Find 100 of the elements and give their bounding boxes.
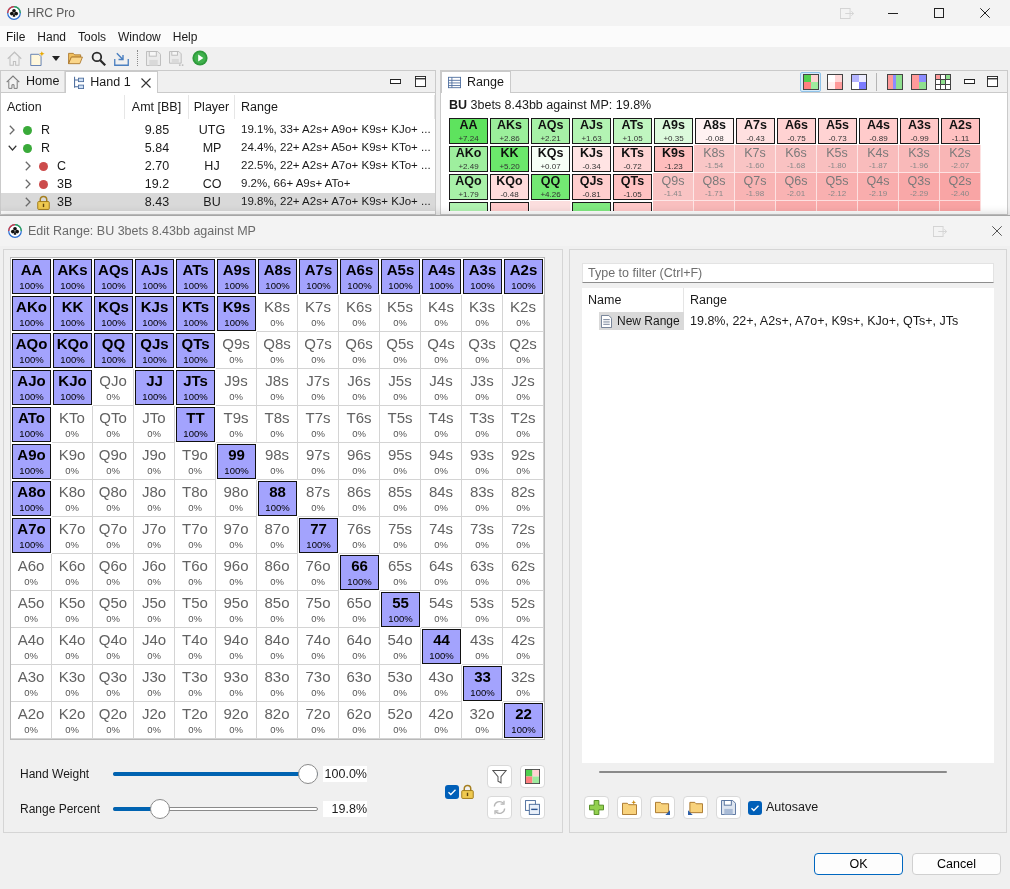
view-toggle-button[interactable] <box>884 71 905 92</box>
hand-cell[interactable]: 85s 0% <box>380 480 421 517</box>
hand-cell[interactable]: KTo 0% <box>52 406 93 443</box>
close-icon[interactable] <box>140 77 151 88</box>
import-button[interactable] <box>650 796 675 819</box>
hand-cell[interactable]: K5s 0% <box>380 295 421 332</box>
hand-cell[interactable]: 73s 0% <box>462 517 503 554</box>
checkbox[interactable] <box>445 784 459 799</box>
filter-button[interactable] <box>487 764 512 788</box>
hand-cell[interactable]: Q6o 0% <box>93 554 134 591</box>
hand-cell[interactable]: 96s 0% <box>339 443 380 480</box>
hand-cell[interactable]: K7s 0% <box>298 295 339 332</box>
hand-cell[interactable]: A5o 0% <box>11 591 52 628</box>
maximize-icon[interactable] <box>415 76 426 87</box>
hand-cell[interactable]: 87s 0% <box>298 480 339 517</box>
hand-cell[interactable]: Q3o 0% <box>93 665 134 702</box>
hand-cell[interactable]: T2o 0% <box>175 702 216 739</box>
hand-cell[interactable]: QTo 0% <box>93 406 134 443</box>
column-header[interactable]: Range <box>241 97 278 117</box>
hand-cell[interactable]: 97s 0% <box>298 443 339 480</box>
new-document-icon[interactable] <box>30 50 45 66</box>
hand-cell[interactable]: 98o 0% <box>216 480 257 517</box>
hand-cell[interactable]: 64s 0% <box>421 554 462 591</box>
close-icon[interactable] <box>980 8 990 18</box>
minimize-icon[interactable] <box>888 12 898 14</box>
hand-cell[interactable]: 42o 0% <box>421 702 462 739</box>
chevron-right-icon[interactable] <box>25 197 31 207</box>
hand-cell[interactable]: T2s 0% <box>503 406 544 443</box>
hand-cell[interactable]: 76s 0% <box>339 517 380 554</box>
column-header[interactable]: Range <box>690 290 727 310</box>
tab[interactable]: Range <box>441 71 511 93</box>
column-header[interactable]: Amt [BB] <box>131 97 182 117</box>
hand-cell[interactable]: 33 100% <box>463 666 502 701</box>
search-icon[interactable] <box>91 50 106 66</box>
hand-cell[interactable]: 75s 0% <box>380 517 421 554</box>
hand-cell[interactable]: 86o 0% <box>257 554 298 591</box>
hand-cell[interactable]: K4s 0% <box>421 295 462 332</box>
hand-cell[interactable]: K2o 0% <box>52 702 93 739</box>
hand-cell[interactable]: AKo 100% <box>12 296 51 331</box>
view-toggle-button[interactable] <box>848 71 869 92</box>
hand-cell[interactable]: J9s 0% <box>216 369 257 406</box>
play-icon[interactable] <box>192 50 208 66</box>
column-header[interactable]: Player <box>193 97 230 117</box>
menu-item[interactable]: Tools <box>72 27 113 46</box>
hand-cell[interactable]: Q9o 0% <box>93 443 134 480</box>
export-button[interactable] <box>683 796 708 819</box>
hand-cell[interactable]: 44 100% <box>422 629 461 664</box>
menu-item[interactable]: Window <box>112 27 167 46</box>
hand-cell[interactable]: 98s 0% <box>257 443 298 480</box>
maximize-icon[interactable] <box>934 8 944 18</box>
hand-cell[interactable]: A4o 0% <box>11 628 52 665</box>
hand-cell[interactable]: Q2o 0% <box>93 702 134 739</box>
view-toggle-button[interactable] <box>824 71 845 92</box>
slider-thumb[interactable] <box>298 764 318 784</box>
hand-cell[interactable]: K7o 0% <box>52 517 93 554</box>
ok-button[interactable]: OK <box>814 853 903 875</box>
hand-cell[interactable]: KQo 100% <box>53 333 92 368</box>
hand-cell[interactable]: T3o 0% <box>175 665 216 702</box>
add-button[interactable] <box>584 796 609 819</box>
hand-cell[interactable]: 95s 0% <box>380 443 421 480</box>
tray-arrow-icon[interactable] <box>114 50 129 66</box>
hand-cell[interactable]: A5s 100% <box>381 259 420 294</box>
hand-cell[interactable]: T4s 0% <box>421 406 462 443</box>
hand-cell[interactable]: J4s 0% <box>421 369 462 406</box>
maximize-icon[interactable] <box>987 76 998 87</box>
hand-cell[interactable]: ATs 100% <box>176 259 215 294</box>
hand-cell[interactable]: Q5s 0% <box>380 332 421 369</box>
hand-cell[interactable]: 94o 0% <box>216 628 257 665</box>
hand-cell[interactable]: 72s 0% <box>503 517 544 554</box>
hand-cell[interactable]: J6o 0% <box>134 554 175 591</box>
cancel-button[interactable]: Cancel <box>912 853 1001 875</box>
collapse-button[interactable] <box>520 795 545 819</box>
hand-cell[interactable]: K8o 0% <box>52 480 93 517</box>
hand-cell[interactable]: 53s 0% <box>462 591 503 628</box>
hand-cell[interactable]: J8s 0% <box>257 369 298 406</box>
hand-cell[interactable]: AJo 100% <box>12 370 51 405</box>
view-toggle-button[interactable] <box>932 71 953 92</box>
hand-cell[interactable]: AA 100% <box>12 259 51 294</box>
hand-cell[interactable]: Q7o 0% <box>93 517 134 554</box>
hand-cell[interactable]: 53o 0% <box>380 665 421 702</box>
hand-cell[interactable]: Q9s 0% <box>216 332 257 369</box>
hand-cell[interactable]: T5o 0% <box>175 591 216 628</box>
hand-cell[interactable]: K9s 100% <box>217 296 256 331</box>
hand-cell[interactable]: 77 100% <box>299 518 338 553</box>
hand-cell[interactable]: 83o 0% <box>257 665 298 702</box>
hand-cell[interactable]: K5o 0% <box>52 591 93 628</box>
hand-cell[interactable]: J7s 0% <box>298 369 339 406</box>
hand-cell[interactable]: 84s 0% <box>421 480 462 517</box>
hand-cell[interactable]: A3s 100% <box>463 259 502 294</box>
hand-cell[interactable]: Q6s 0% <box>339 332 380 369</box>
hand-cell[interactable]: TT 100% <box>176 407 215 442</box>
hand-cell[interactable]: 52o 0% <box>380 702 421 739</box>
view-toggle-button[interactable] <box>800 71 821 92</box>
hand-cell[interactable]: K9o 0% <box>52 443 93 480</box>
hand-cell[interactable]: 74o 0% <box>298 628 339 665</box>
hand-cell[interactable]: T6o 0% <box>175 554 216 591</box>
hand-cell[interactable]: 32o 0% <box>462 702 503 739</box>
hand-cell[interactable]: 97o 0% <box>216 517 257 554</box>
hand-cell[interactable]: T3s 0% <box>462 406 503 443</box>
hand-cell[interactable]: 94s 0% <box>421 443 462 480</box>
